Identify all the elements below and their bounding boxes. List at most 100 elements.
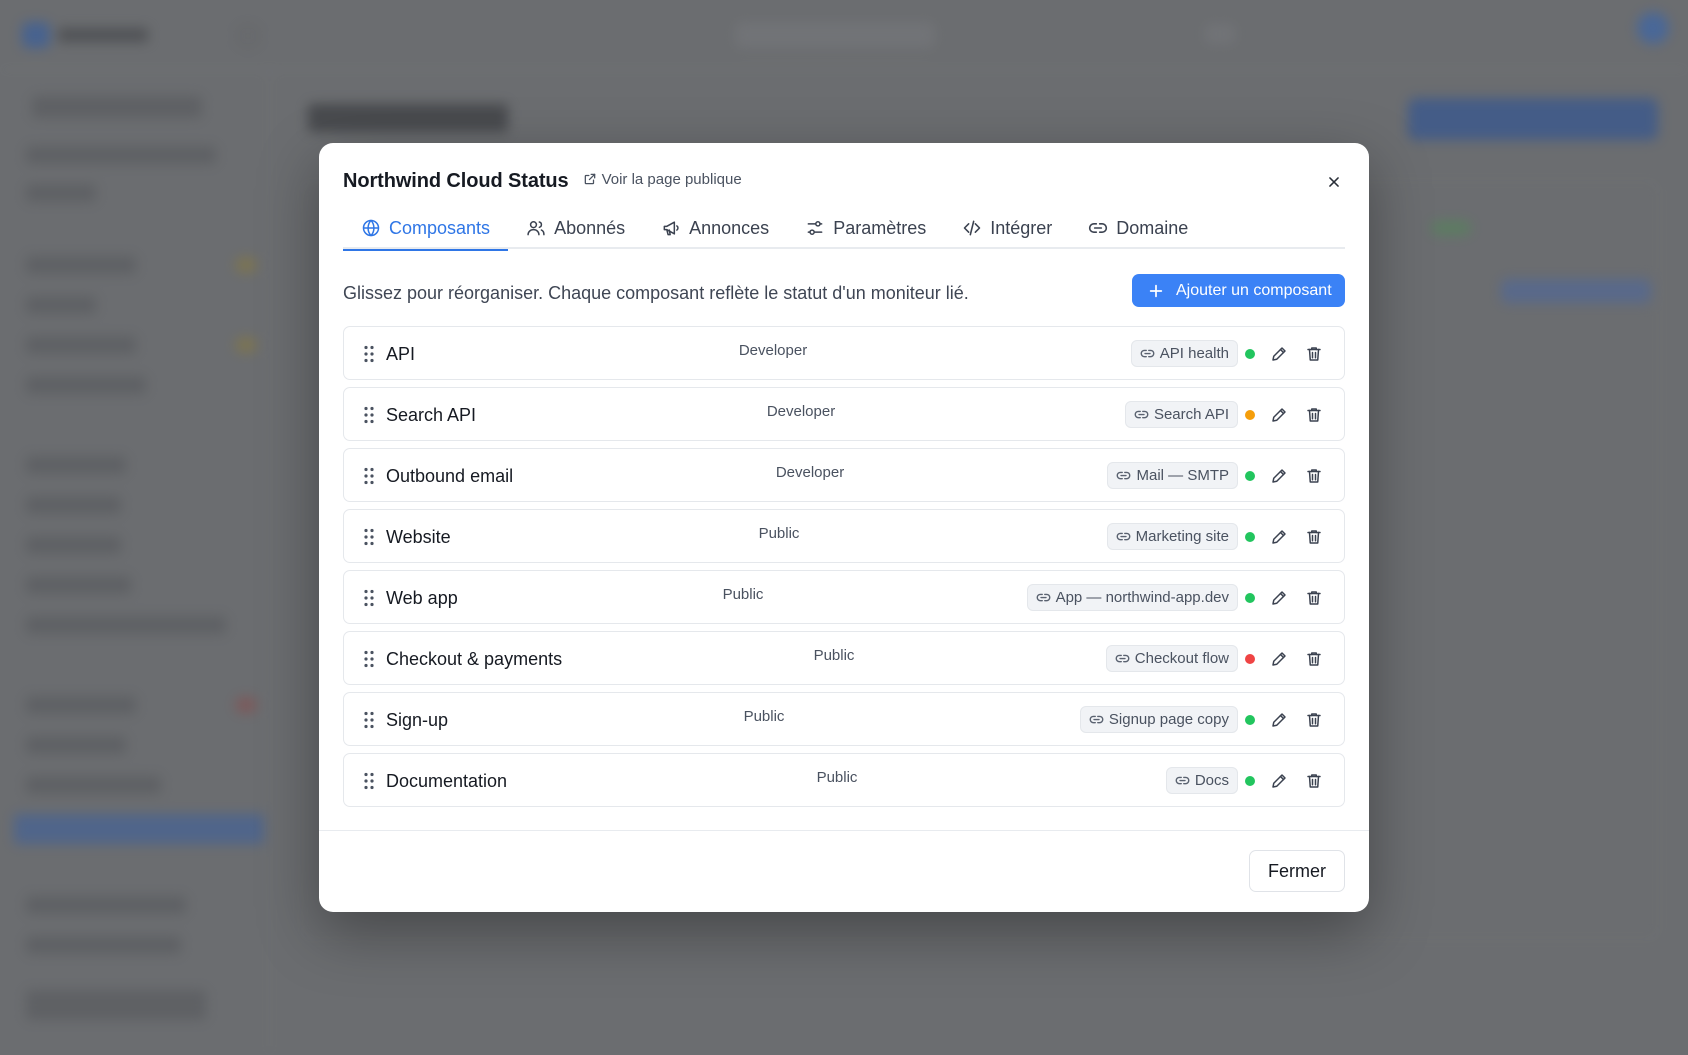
- delete-component-button[interactable]: [1302, 525, 1326, 549]
- pencil-icon: [1272, 712, 1286, 727]
- linked-monitor-chip: Signup page copy: [1079, 706, 1238, 733]
- tab-label: Annonces: [689, 217, 770, 238]
- drag-handle-icon[interactable]: [363, 467, 375, 485]
- drag-handle-icon[interactable]: [363, 345, 375, 363]
- delete-component-button[interactable]: [1302, 647, 1326, 671]
- search-shortcut: [1205, 24, 1235, 44]
- component-group: Public: [722, 586, 764, 603]
- drag-handle-icon[interactable]: [363, 589, 375, 607]
- add-component-button[interactable]: Ajouter un composant: [1132, 274, 1345, 307]
- pencil-icon: [1272, 590, 1286, 605]
- linked-monitor-chip: Docs: [1165, 767, 1238, 794]
- pencil-icon: [1272, 773, 1286, 788]
- trash-icon: [1307, 773, 1321, 788]
- view-public-page-link[interactable]: Voir la page publique: [583, 171, 742, 188]
- modal-title: Northwind Cloud Status: [343, 169, 569, 192]
- component-row[interactable]: Web app Public App — northwind-app.dev: [343, 570, 1345, 624]
- trash-icon: [1307, 407, 1321, 422]
- linked-monitor-name: Mail — SMTP: [1136, 467, 1229, 484]
- drag-handle-icon[interactable]: [363, 711, 375, 729]
- component-row[interactable]: API Developer API health: [343, 326, 1345, 380]
- globe-icon: [362, 219, 380, 237]
- edit-component-button[interactable]: [1267, 403, 1291, 427]
- component-list: API Developer API health Search API Deve…: [343, 326, 1345, 814]
- linked-monitor-name: App — northwind-app.dev: [1055, 589, 1229, 606]
- close-icon: [1329, 177, 1339, 187]
- sidebar-item: [26, 376, 146, 394]
- component-name: Checkout & payments: [386, 649, 563, 669]
- delete-component-button[interactable]: [1302, 586, 1326, 610]
- edit-component-button[interactable]: [1267, 708, 1291, 732]
- close-modal-button[interactable]: [1323, 171, 1345, 193]
- component-row[interactable]: Sign-up Public Signup page copy: [343, 692, 1345, 746]
- component-name: Outbound email: [386, 466, 514, 486]
- drag-handle-icon[interactable]: [363, 406, 375, 424]
- top-bar: [0, 0, 1688, 70]
- linked-monitor-name: Docs: [1194, 772, 1229, 789]
- tab-domaine[interactable]: Domaine: [1070, 207, 1206, 249]
- delete-component-button[interactable]: [1302, 403, 1326, 427]
- status-dot: [1245, 653, 1255, 664]
- link-icon: [1134, 410, 1149, 419]
- component-actions: App — northwind-app.dev: [1026, 584, 1326, 611]
- tab-abonnes[interactable]: Abonnés: [508, 207, 643, 249]
- view-public-page-label: Voir la page publique: [601, 170, 742, 188]
- component-group: Developer: [738, 342, 808, 359]
- component-row[interactable]: Documentation Public Docs: [343, 753, 1345, 807]
- trash-icon: [1307, 346, 1321, 361]
- close-button[interactable]: Fermer: [1249, 850, 1345, 892]
- component-row[interactable]: Website Public Marketing site: [343, 509, 1345, 563]
- tab-parametres[interactable]: Paramètres: [787, 207, 944, 249]
- link-icon: [1036, 593, 1050, 602]
- trash-icon: [1307, 590, 1321, 605]
- component-name: API: [386, 344, 416, 364]
- component-name: Website: [386, 527, 451, 547]
- sidebar-item: [26, 776, 161, 794]
- component-actions: Docs: [1165, 767, 1326, 794]
- plus-icon: [1149, 284, 1163, 297]
- users-icon: [527, 221, 545, 236]
- tab-annonces[interactable]: Annonces: [643, 207, 787, 249]
- edit-component-button[interactable]: [1267, 647, 1291, 671]
- edit-component-button[interactable]: [1267, 342, 1291, 366]
- drag-handle-icon[interactable]: [363, 650, 375, 668]
- external-link-icon: [584, 173, 595, 185]
- edit-component-button[interactable]: [1267, 769, 1291, 793]
- user-profile: [26, 990, 206, 1020]
- sidebar-item: [26, 184, 96, 202]
- linked-monitor-chip: App — northwind-app.dev: [1026, 584, 1238, 611]
- tab-integrer[interactable]: Intégrer: [944, 207, 1070, 249]
- component-row[interactable]: Outbound email Developer Mail — SMTP: [343, 448, 1345, 502]
- tab-label: Abonnés: [554, 217, 626, 238]
- drag-handle-icon[interactable]: [363, 528, 375, 546]
- edit-component-button[interactable]: [1267, 525, 1291, 549]
- link-icon: [1117, 471, 1131, 480]
- sidebar-item: [26, 736, 126, 754]
- linked-monitor-name: API health: [1159, 345, 1229, 362]
- component-group: Public: [816, 769, 858, 786]
- link-icon: [1140, 349, 1155, 358]
- delete-component-button[interactable]: [1302, 464, 1326, 488]
- sidebar-badge: [235, 697, 257, 713]
- trash-icon: [1307, 651, 1321, 666]
- delete-component-button[interactable]: [1302, 708, 1326, 732]
- link-icon: [1089, 223, 1108, 233]
- status-dot: [1245, 409, 1255, 420]
- component-name: Sign-up: [386, 710, 449, 730]
- component-row[interactable]: Checkout & payments Public Checkout flow: [343, 631, 1345, 685]
- delete-component-button[interactable]: [1302, 769, 1326, 793]
- card-action: [1501, 279, 1651, 303]
- tab-composants[interactable]: Composants: [343, 207, 509, 251]
- link-icon: [1116, 532, 1130, 541]
- global-search: [735, 22, 935, 48]
- edit-component-button[interactable]: [1267, 464, 1291, 488]
- pencil-icon: [1272, 529, 1286, 544]
- edit-component-button[interactable]: [1267, 586, 1291, 610]
- drag-handle-icon[interactable]: [363, 772, 375, 790]
- modal-header: Northwind Cloud Status Voir la page publ…: [343, 165, 1345, 197]
- tab-label: Intégrer: [990, 217, 1053, 238]
- sidebar: [0, 70, 270, 1055]
- delete-component-button[interactable]: [1302, 342, 1326, 366]
- component-row[interactable]: Search API Developer Search API: [343, 387, 1345, 441]
- component-actions: Marketing site: [1106, 523, 1326, 550]
